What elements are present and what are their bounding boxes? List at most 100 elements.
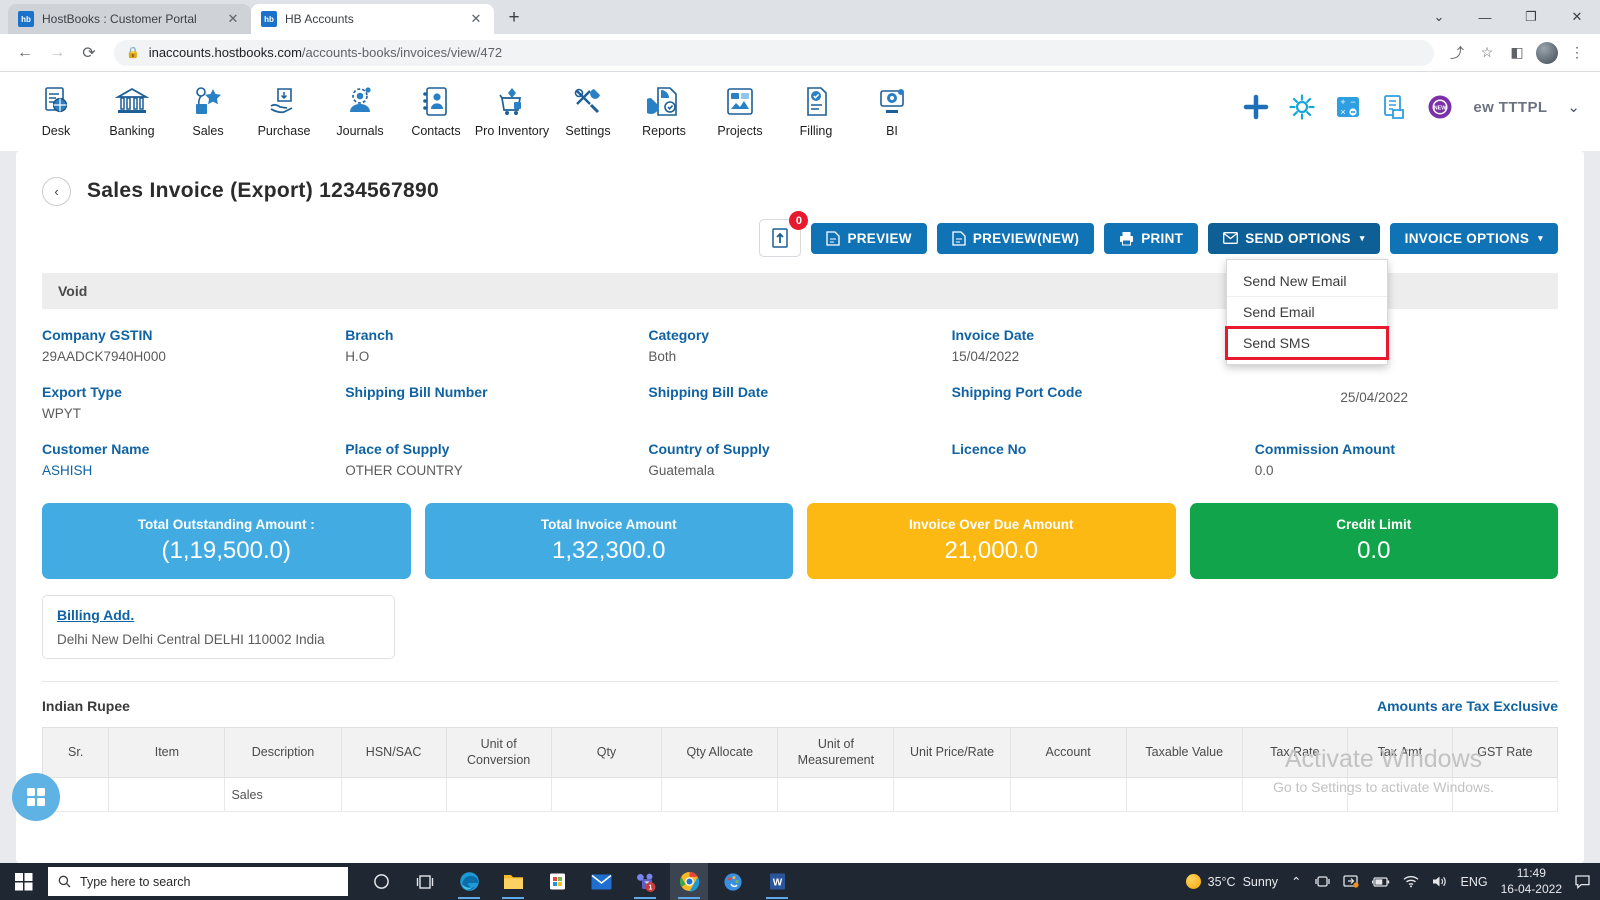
field-value: WPYT bbox=[42, 406, 81, 421]
avatar[interactable] bbox=[1534, 40, 1560, 66]
tray-chevron-icon[interactable]: ⌃ bbox=[1291, 874, 1301, 889]
edge-icon[interactable] bbox=[450, 863, 488, 900]
language-indicator[interactable]: ENG bbox=[1461, 875, 1488, 889]
address-bar[interactable]: 🔒 inaccounts.hostbooks.com/accounts-book… bbox=[114, 39, 1434, 66]
col-qty-allocate: Qty Allocate bbox=[661, 726, 779, 779]
nav-item-sales[interactable]: Sales bbox=[170, 78, 246, 138]
sidepanel-icon[interactable]: ◧ bbox=[1504, 40, 1530, 66]
nav-item-filling[interactable]: Filling bbox=[778, 78, 854, 138]
chrome-icon[interactable] bbox=[670, 863, 708, 900]
tab-close-icon[interactable]: ✕ bbox=[225, 11, 241, 27]
purchase-icon bbox=[264, 82, 304, 122]
word-icon[interactable]: W bbox=[758, 863, 796, 900]
bookmark-star-icon[interactable]: ☆ bbox=[1474, 40, 1500, 66]
new-badge-icon[interactable]: NEW bbox=[1427, 94, 1453, 120]
field-export-type: Export Type WPYT bbox=[42, 384, 345, 424]
maximize-button[interactable]: ❐ bbox=[1508, 0, 1554, 34]
col-description: Description bbox=[224, 726, 342, 779]
nav-item-bi[interactable]: BI bbox=[854, 78, 930, 138]
preview-new-button[interactable]: PREVIEW(NEW) bbox=[936, 222, 1095, 254]
send-options-button[interactable]: SEND OPTIONS ▾ bbox=[1208, 222, 1380, 254]
new-tab-button[interactable]: + bbox=[500, 4, 528, 32]
send-options-dropdown: Send New Email Send Email Send SMS bbox=[1225, 259, 1389, 365]
browser-tab-2[interactable]: hb HB Accounts ✕ bbox=[251, 4, 494, 34]
teams-icon[interactable]: T1 bbox=[626, 863, 664, 900]
task-view-icon[interactable] bbox=[406, 863, 444, 900]
field-shipping-port-code: Shipping Port Code bbox=[952, 384, 1255, 424]
field-value: 15/04/2022 bbox=[951, 349, 1020, 364]
nav-item-journals[interactable]: Journals bbox=[322, 78, 398, 138]
nav-label: Banking bbox=[109, 124, 155, 138]
browser-toolbar: ← → ⟳ 🔒 inaccounts.hostbooks.com/account… bbox=[0, 34, 1600, 72]
nav-item-desk[interactable]: Desk bbox=[18, 78, 94, 138]
tab-close-icon[interactable]: ✕ bbox=[468, 11, 484, 27]
reports-icon bbox=[644, 82, 684, 122]
print-button[interactable]: PRINT bbox=[1104, 222, 1199, 254]
toolbar-right: ⤴ ☆ ◧ ⋮ bbox=[1444, 40, 1590, 66]
preview-button[interactable]: PREVIEW bbox=[811, 222, 927, 254]
inventory-icon bbox=[492, 82, 532, 122]
tab-search-chevron-icon[interactable]: ⌄ bbox=[1416, 0, 1462, 34]
window-controls: ⌄ — ❐ ✕ bbox=[1416, 0, 1600, 34]
attachments-button[interactable]: 0 bbox=[759, 211, 809, 257]
share-icon[interactable]: ⤴ bbox=[1444, 40, 1470, 66]
nav-item-pro-inventory[interactable]: Pro Inventory bbox=[474, 78, 550, 138]
nav-item-reports[interactable]: Reports bbox=[626, 78, 702, 138]
svg-text:W: W bbox=[772, 878, 782, 889]
minimize-button[interactable]: — bbox=[1462, 0, 1508, 34]
invoice-options-button[interactable]: INVOICE OPTIONS ▾ bbox=[1389, 222, 1558, 254]
store-icon[interactable] bbox=[538, 863, 576, 900]
nav-item-purchase[interactable]: Purchase bbox=[246, 78, 322, 138]
stat-card-total-outstanding: Total Outstanding Amount : (1,19,500.0) bbox=[42, 503, 411, 579]
start-button[interactable] bbox=[0, 872, 48, 891]
field-label: Invoice Date bbox=[951, 327, 1035, 343]
screen-cast-icon[interactable] bbox=[1314, 874, 1330, 889]
cell-uom bbox=[777, 777, 895, 813]
sun-icon bbox=[1185, 874, 1201, 889]
dropdown-item-send-sms[interactable]: Send SMS bbox=[1225, 326, 1389, 360]
gear-icon[interactable] bbox=[1289, 94, 1315, 120]
nav-item-settings[interactable]: Settings bbox=[550, 78, 626, 138]
action-center-icon[interactable] bbox=[1575, 874, 1590, 889]
grid-menu-fab[interactable] bbox=[12, 773, 60, 821]
mail-icon[interactable] bbox=[582, 863, 620, 900]
back-button[interactable]: ‹ bbox=[42, 176, 71, 206]
table-row[interactable]: Sales bbox=[41, 777, 1559, 813]
file-explorer-icon[interactable] bbox=[494, 863, 532, 900]
back-icon[interactable]: ← bbox=[10, 38, 40, 68]
filling-icon bbox=[796, 82, 836, 122]
paint-3d-icon[interactable] bbox=[714, 863, 752, 900]
billing-address-link[interactable]: Billing Add. bbox=[57, 607, 134, 623]
close-window-button[interactable]: ✕ bbox=[1554, 0, 1600, 34]
taskbar-clock[interactable]: 11:49 16-04-2022 bbox=[1501, 866, 1562, 897]
notes-icon[interactable] bbox=[1381, 94, 1407, 120]
plus-icon[interactable] bbox=[1243, 94, 1269, 120]
chrome-menu-icon[interactable]: ⋮ bbox=[1564, 40, 1590, 66]
field-value[interactable]: ASHISH bbox=[42, 463, 345, 481]
upload-icon bbox=[772, 228, 789, 248]
onedrive-sync-icon[interactable] bbox=[1342, 874, 1359, 889]
weather-widget[interactable]: 35°C Sunny bbox=[1185, 874, 1278, 889]
dropdown-item-send-email[interactable]: Send Email bbox=[1227, 297, 1387, 328]
field-commission-amount: Commission Amount 0.0 bbox=[1255, 441, 1558, 481]
nav-item-banking[interactable]: Banking bbox=[94, 78, 170, 138]
browser-tab-1[interactable]: hb HostBooks : Customer Portal ✕ bbox=[8, 4, 251, 34]
taskbar-search-input[interactable]: Type here to search bbox=[48, 867, 348, 896]
dropdown-item-send-new-email[interactable]: Send New Email bbox=[1227, 266, 1387, 297]
battery-icon[interactable] bbox=[1371, 876, 1390, 888]
cortana-icon[interactable] bbox=[362, 863, 400, 900]
nav-item-projects[interactable]: Projects bbox=[702, 78, 778, 138]
wifi-icon[interactable] bbox=[1403, 875, 1419, 888]
nav-label: Settings bbox=[565, 124, 611, 138]
volume-icon[interactable] bbox=[1432, 875, 1448, 888]
nav-item-contacts[interactable]: Contacts bbox=[398, 78, 474, 138]
field-shipping-bill-number: Shipping Bill Number bbox=[345, 384, 648, 424]
envelope-icon bbox=[1223, 232, 1239, 244]
stat-card-overdue: Invoice Over Due Amount 21,000.0 bbox=[807, 503, 1176, 579]
chevron-down-icon[interactable]: ⌄ bbox=[1567, 98, 1580, 116]
clock-time: 11:49 bbox=[1516, 865, 1546, 880]
reload-icon[interactable]: ⟳ bbox=[74, 38, 104, 68]
calculator-icon[interactable]: + − × bbox=[1335, 94, 1361, 120]
forward-icon[interactable]: → bbox=[42, 38, 72, 68]
file-pdf-icon bbox=[826, 230, 841, 246]
